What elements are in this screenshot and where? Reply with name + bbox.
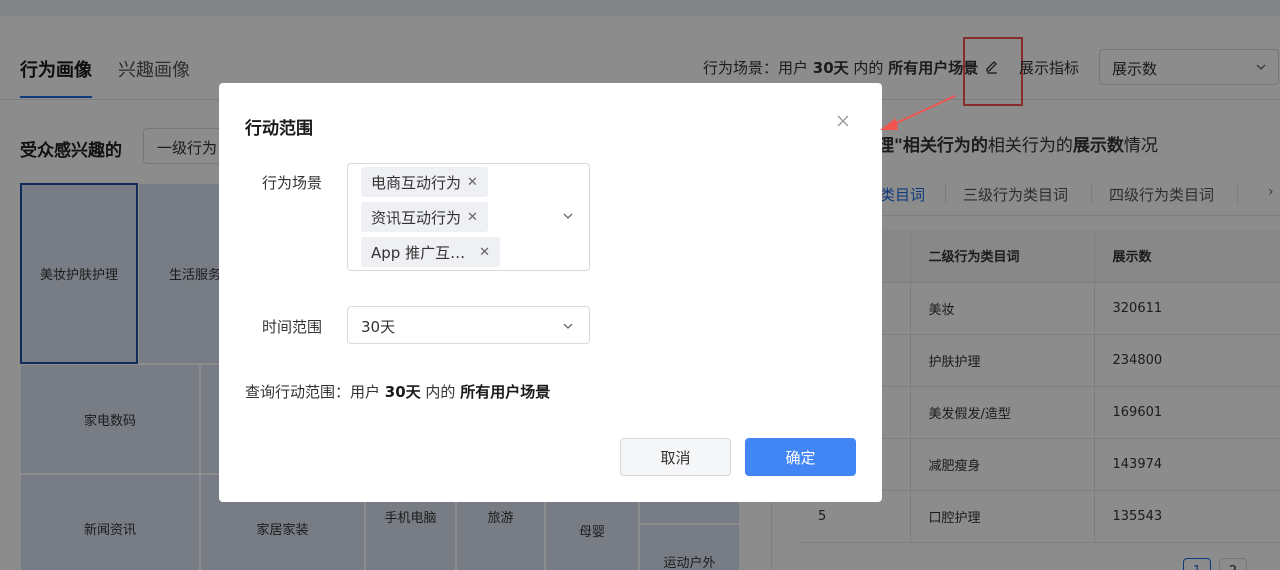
- action-range-dialog: 行动范围 行为场景 电商互动行为 ✕ 资讯互动行为 ✕ App 推广互… ✕ 时间范围…: [219, 83, 882, 502]
- scene-field-label: 行为场景: [262, 174, 323, 192]
- scene-tag-label: 电商互动行为: [371, 173, 462, 192]
- query-prefix: 查询行动范围：用户: [245, 383, 385, 401]
- query-summary: 查询行动范围：用户 30天 内的 所有用户场景: [245, 381, 550, 402]
- dialog-title: 行动范围: [245, 119, 313, 139]
- time-range-select[interactable]: 30天: [347, 306, 590, 344]
- time-range-value: 30天: [361, 318, 396, 336]
- scene-tag: 电商互动行为 ✕: [361, 167, 488, 197]
- scene-multi-select[interactable]: 电商互动行为 ✕ 资讯互动行为 ✕ App 推广互… ✕: [347, 163, 590, 271]
- tag-close-icon[interactable]: ✕: [467, 210, 478, 225]
- cancel-button[interactable]: 取消: [620, 438, 731, 476]
- query-days: 30天: [384, 383, 421, 401]
- scene-tag: App 推广互… ✕: [361, 237, 500, 267]
- confirm-button[interactable]: 确定: [745, 438, 856, 476]
- annotation-arrow-icon: [880, 95, 956, 130]
- scene-tag-label: App 推广互…: [371, 243, 466, 262]
- close-icon[interactable]: [836, 114, 850, 128]
- time-field-label: 时间范围: [262, 318, 323, 336]
- chevron-down-icon: [563, 213, 573, 219]
- tag-close-icon[interactable]: ✕: [479, 245, 490, 260]
- query-bold: 所有用户场景: [460, 383, 551, 401]
- tag-close-icon[interactable]: ✕: [467, 175, 478, 190]
- chevron-down-icon: [563, 323, 573, 329]
- scene-tag: 资讯互动行为 ✕: [361, 202, 488, 232]
- query-mid: 内的: [420, 383, 461, 401]
- scene-tag-label: 资讯互动行为: [371, 208, 462, 227]
